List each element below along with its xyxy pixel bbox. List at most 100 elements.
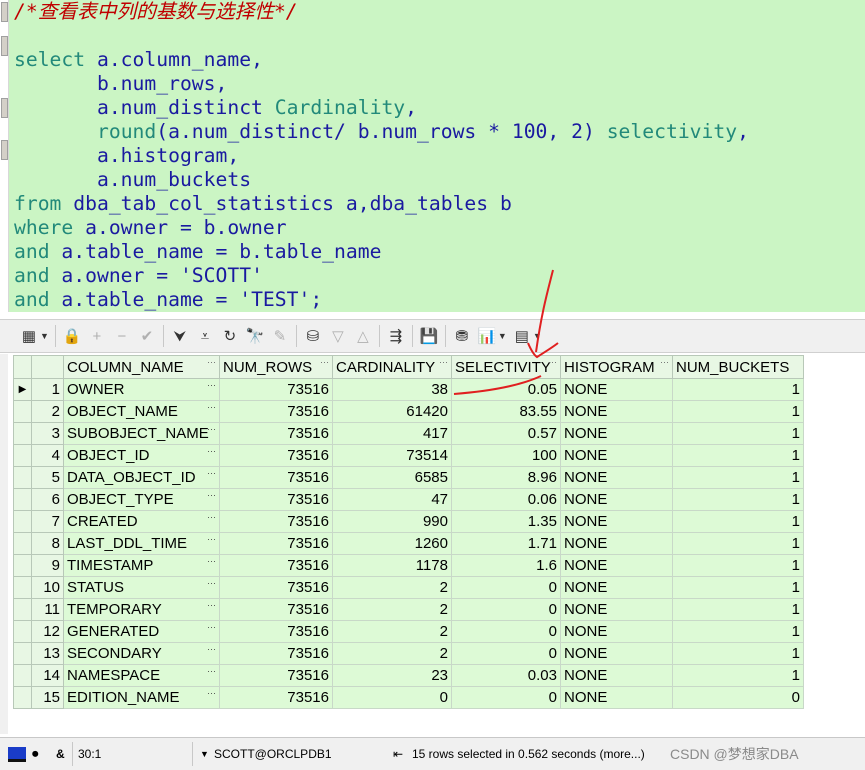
cell-histogram[interactable]: NONE <box>560 400 673 423</box>
code-line[interactable]: and a.table_name = 'TEST'; <box>14 288 749 312</box>
code-line[interactable] <box>14 24 749 48</box>
cell-column-name[interactable]: DATA_OBJECT_ID ··· <box>63 466 220 489</box>
column-header[interactable]: CARDINALITY ··· <box>332 355 452 379</box>
cell-histogram[interactable]: NONE <box>560 488 673 511</box>
cell-column-name[interactable]: EDITION_NAME ··· <box>63 686 220 709</box>
cell-histogram[interactable]: NONE <box>560 466 673 489</box>
delete-record-icon[interactable]: − <box>111 325 133 347</box>
row-indicator[interactable] <box>13 466 32 489</box>
row-number[interactable]: 4 <box>31 444 64 467</box>
cell-column-name[interactable]: OBJECT_ID ··· <box>63 444 220 467</box>
row-number[interactable]: 12 <box>31 620 64 643</box>
cell-num-buckets[interactable]: 1 <box>672 378 804 401</box>
code-line[interactable]: a.histogram, <box>14 144 749 168</box>
cell-column-name[interactable]: CREATED ··· <box>63 510 220 533</box>
fetch-last-icon[interactable]: ⩡ <box>194 325 216 347</box>
cell-editor-button[interactable]: ··· <box>207 402 216 412</box>
fetch-next-icon[interactable]: ⮟ <box>169 325 191 347</box>
cell-num-rows[interactable]: 73516 <box>219 444 333 467</box>
cell-num-rows[interactable]: 73516 <box>219 400 333 423</box>
row-indicator[interactable] <box>13 488 32 511</box>
cell-editor-button[interactable]: ··· <box>207 380 216 390</box>
table-row[interactable]: 11 TEMPORARY ··· 73516 2 0 NONE 1 <box>13 598 804 621</box>
cell-editor-button[interactable]: ··· <box>207 512 216 522</box>
refresh-icon[interactable]: ↻ <box>219 325 241 347</box>
row-number[interactable]: 15 <box>31 686 64 709</box>
cell-num-rows[interactable]: 73516 <box>219 576 333 599</box>
cell-selectivity[interactable]: 0 <box>451 620 561 643</box>
table-row[interactable]: 9 TIMESTAMP ··· 73516 1178 1.6 NONE 1 <box>13 554 804 577</box>
row-indicator[interactable] <box>13 510 32 533</box>
cell-num-buckets[interactable]: 1 <box>672 444 804 467</box>
row-number[interactable]: 14 <box>31 664 64 687</box>
table-row[interactable]: 6 OBJECT_TYPE ··· 73516 47 0.06 NONE 1 <box>13 488 804 511</box>
row-indicator[interactable] <box>13 664 32 687</box>
cell-cardinality[interactable]: 990 <box>332 510 452 533</box>
grid-columns-icon[interactable]: ▦ <box>18 325 40 347</box>
row-number[interactable]: 8 <box>31 532 64 555</box>
clear-icon[interactable]: ✎ <box>269 325 291 347</box>
cell-histogram[interactable]: NONE <box>560 444 673 467</box>
row-number[interactable]: 10 <box>31 576 64 599</box>
cell-histogram[interactable]: NONE <box>560 642 673 665</box>
cell-num-buckets[interactable]: 1 <box>672 554 804 577</box>
cell-column-name[interactable]: SECONDARY ··· <box>63 642 220 665</box>
cell-cardinality[interactable]: 1260 <box>332 532 452 555</box>
cell-selectivity[interactable]: 1.6 <box>451 554 561 577</box>
cell-selectivity[interactable]: 0 <box>451 686 561 709</box>
row-number[interactable]: 3 <box>31 422 64 445</box>
row-indicator[interactable] <box>13 554 32 577</box>
cell-cardinality[interactable]: 2 <box>332 642 452 665</box>
cell-histogram[interactable]: NONE <box>560 422 673 445</box>
cell-histogram[interactable]: NONE <box>560 598 673 621</box>
cell-num-buckets[interactable]: 1 <box>672 576 804 599</box>
database-icon[interactable]: ⛃ <box>451 325 473 347</box>
cell-column-name[interactable]: OBJECT_TYPE ··· <box>63 488 220 511</box>
post-changes-icon[interactable]: ✔ <box>136 325 158 347</box>
cell-cardinality[interactable]: 1178 <box>332 554 452 577</box>
cell-histogram[interactable]: NONE <box>560 620 673 643</box>
cell-cardinality[interactable]: 2 <box>332 620 452 643</box>
cell-cardinality[interactable]: 417 <box>332 422 452 445</box>
cell-histogram[interactable]: NONE <box>560 664 673 687</box>
cell-selectivity[interactable]: 100 <box>451 444 561 467</box>
row-indicator[interactable] <box>13 532 32 555</box>
row-number[interactable]: 9 <box>31 554 64 577</box>
column-header[interactable]: NUM_BUCKETS <box>672 355 804 379</box>
cell-selectivity[interactable]: 83.55 <box>451 400 561 423</box>
chart-icon[interactable]: 📊 <box>476 325 498 347</box>
cell-num-buckets[interactable]: 1 <box>672 620 804 643</box>
connection-label[interactable]: SCOTT@ORCLPDB1 <box>214 738 332 770</box>
cell-num-buckets[interactable]: 1 <box>672 488 804 511</box>
column-header[interactable]: HISTOGRAM ··· <box>560 355 673 379</box>
cell-num-buckets[interactable]: 0 <box>672 686 804 709</box>
add-record-icon[interactable]: + <box>86 325 108 347</box>
row-indicator[interactable] <box>13 576 32 599</box>
cell-cardinality[interactable]: 38 <box>332 378 452 401</box>
cell-selectivity[interactable]: 0.06 <box>451 488 561 511</box>
code-line[interactable]: a.num_buckets <box>14 168 749 192</box>
code-line[interactable]: from dba_tab_col_statistics a,dba_tables… <box>14 192 749 216</box>
row-indicator[interactable] <box>13 400 32 423</box>
cell-editor-button[interactable]: ··· <box>207 578 216 588</box>
cell-num-buckets[interactable]: 1 <box>672 422 804 445</box>
cell-num-buckets[interactable]: 1 <box>672 598 804 621</box>
cell-cardinality[interactable]: 2 <box>332 598 452 621</box>
find-icon[interactable]: 🔭 <box>244 325 266 347</box>
cell-num-rows[interactable]: 73516 <box>219 664 333 687</box>
row-number[interactable]: 2 <box>31 400 64 423</box>
cell-num-rows[interactable]: 73516 <box>219 510 333 533</box>
cell-num-buckets[interactable]: 1 <box>672 510 804 533</box>
export-icon[interactable]: ⇶ <box>385 325 407 347</box>
cell-column-name[interactable]: OBJECT_NAME ··· <box>63 400 220 423</box>
cell-num-rows[interactable]: 73516 <box>219 598 333 621</box>
cell-column-name[interactable]: STATUS ··· <box>63 576 220 599</box>
row-indicator[interactable] <box>13 422 32 445</box>
table-row[interactable]: ▶ 1 OWNER ··· 73516 38 0.05 NONE 1 <box>13 378 804 401</box>
row-number[interactable]: 5 <box>31 466 64 489</box>
row-number[interactable]: 1 <box>31 378 64 401</box>
cell-column-name[interactable]: TIMESTAMP ··· <box>63 554 220 577</box>
cell-num-buckets[interactable]: 1 <box>672 642 804 665</box>
chevron-down-icon[interactable]: ▼ <box>533 331 542 341</box>
cell-histogram[interactable]: NONE <box>560 554 673 577</box>
